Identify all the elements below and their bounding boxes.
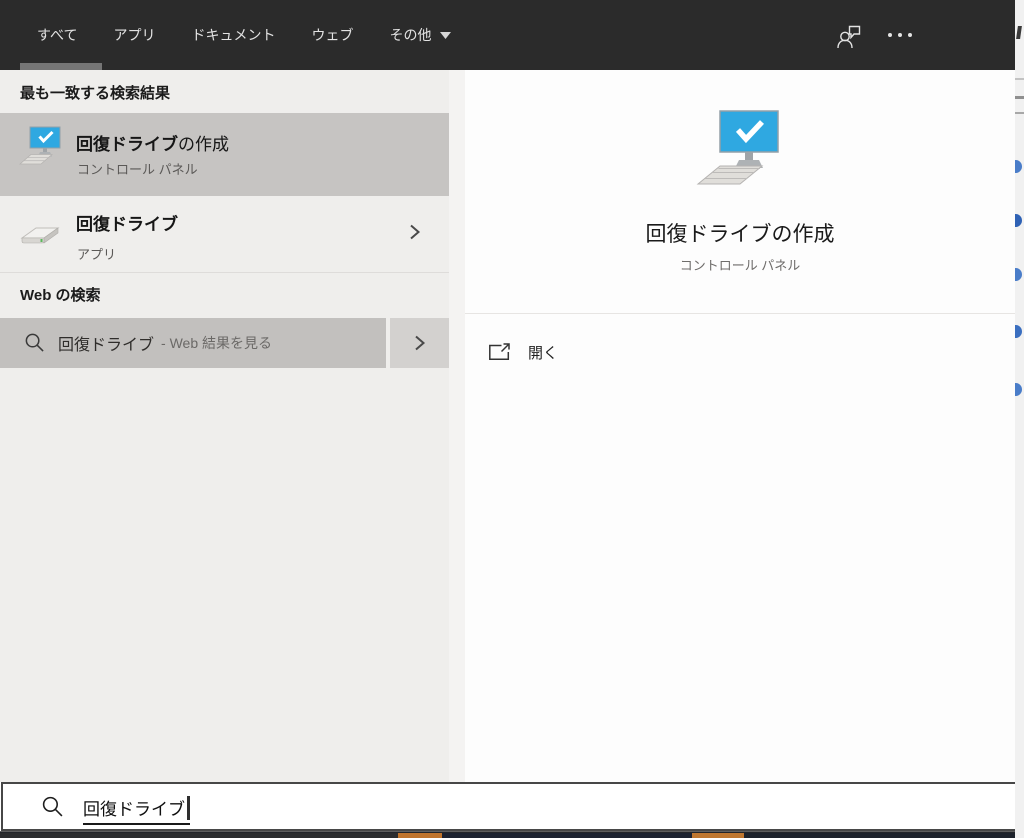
best-match-header: 最も一致する検索結果 — [20, 85, 171, 102]
result-title-rest: の作成 — [178, 135, 229, 154]
panel-gutter — [449, 70, 465, 782]
tab-all[interactable]: すべて — [37, 25, 77, 45]
taskbar-segment-orange — [398, 833, 442, 838]
tab-web-label: ウェブ — [311, 27, 354, 43]
taskbar-segment — [442, 833, 692, 838]
background-window-strip — [1015, 0, 1024, 838]
taskbar-segment-orange — [692, 833, 744, 838]
recovery-drive-icon-large — [696, 110, 779, 185]
tab-more[interactable]: その他 — [389, 25, 452, 45]
chevron-right-icon[interactable] — [408, 223, 421, 241]
web-result-expand[interactable] — [390, 318, 449, 368]
result-title: 回復ドライブ — [76, 215, 178, 234]
search-icon — [42, 796, 63, 817]
detail-divider — [465, 313, 1015, 314]
result-subtitle: コントロール パネル — [77, 162, 198, 177]
web-query: 回復ドライブ — [58, 337, 155, 354]
web-search-header: Web の検索 — [20, 287, 101, 304]
windows-search-flyout: すべて アプリ ドキュメント ウェブ その他 最も一致する検索結果 回復ドライブ… — [0, 0, 1024, 838]
search-icon — [25, 333, 44, 352]
hard-drive-icon — [20, 227, 60, 244]
detail-subtitle: コントロール パネル — [679, 258, 801, 273]
filter-tabs: すべて アプリ ドキュメント ウェブ その他 — [37, 0, 452, 70]
active-tab-indicator — [20, 63, 102, 70]
tab-all-label: すべて — [37, 27, 78, 43]
result-subtitle: アプリ — [77, 247, 117, 262]
result-web-search[interactable]: 回復ドライブ - Web 結果を見る — [0, 318, 386, 368]
result-best-match[interactable]: 回復ドライブの作成 コントロール パネル — [0, 113, 449, 196]
recovery-drive-icon — [18, 126, 61, 165]
search-text: 回復ドライブ — [83, 800, 185, 819]
tab-documents[interactable]: ドキュメント — [191, 25, 275, 45]
result-app[interactable]: 回復ドライブ アプリ — [0, 200, 449, 276]
search-input-value: 回復ドライブ — [83, 793, 190, 825]
taskbar-segment — [744, 833, 1024, 838]
web-suffix: - Web 結果を見る — [161, 335, 272, 351]
search-filter-bar: すべて アプリ ドキュメント ウェブ その他 — [0, 0, 1015, 70]
tab-apps[interactable]: アプリ — [113, 25, 155, 45]
more-options-icon[interactable] — [888, 33, 912, 37]
tab-documents-label: ドキュメント — [191, 27, 276, 43]
text-cursor — [187, 796, 190, 820]
taskbar-segment — [0, 833, 398, 838]
action-open-label: 開く — [528, 344, 559, 362]
search-input[interactable]: 回復ドライブ — [1, 782, 1018, 831]
detail-panel: 回復ドライブの作成 コントロール パネル 開く — [465, 70, 1015, 782]
feedback-person-icon[interactable] — [835, 22, 862, 49]
tab-more-label: その他 — [389, 27, 432, 43]
section-divider — [0, 272, 465, 273]
tab-apps-label: アプリ — [113, 27, 156, 43]
result-title: 回復ドライブの作成 — [76, 130, 229, 155]
action-open[interactable]: 開く — [487, 333, 558, 371]
tab-web[interactable]: ウェブ — [311, 25, 353, 45]
results-panel: 最も一致する検索結果 回復ドライブの作成 コントロール パネル 回復ドライブ ア… — [0, 70, 465, 782]
open-external-icon — [489, 343, 510, 361]
chevron-down-icon — [440, 31, 452, 39]
web-result-text: 回復ドライブ - Web 結果を見る — [58, 318, 272, 368]
chevron-right-icon — [415, 335, 426, 351]
detail-title: 回復ドライブの作成 — [645, 223, 835, 246]
taskbar-sliver — [0, 831, 1024, 838]
result-title-match: 回復ドライブ — [76, 135, 178, 154]
